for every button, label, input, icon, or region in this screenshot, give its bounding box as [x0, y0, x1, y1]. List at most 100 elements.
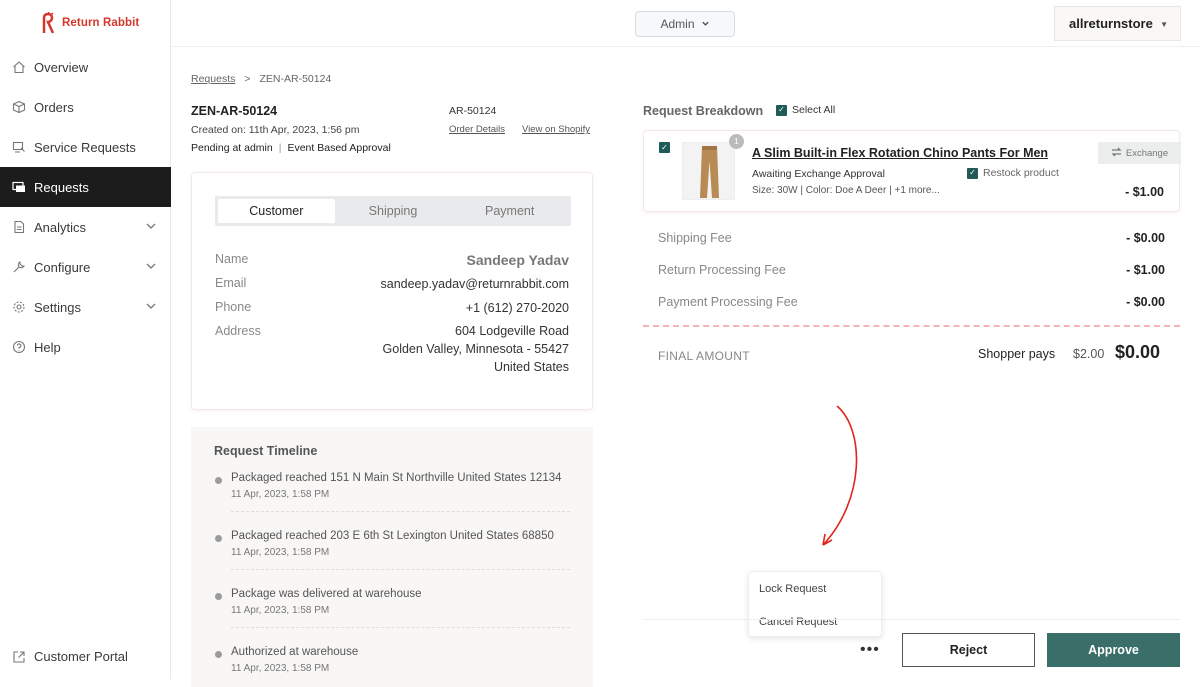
sidebar-item-label: Analytics	[34, 219, 87, 235]
service-icon	[12, 140, 26, 154]
request-status-line: Pending at admin | Event Based Approval	[191, 142, 391, 154]
request-created-date: Created on: 11th Apr, 2023, 1:56 pm	[191, 124, 360, 136]
address-line-3: United States	[493, 360, 569, 374]
view-on-shopify-link[interactable]: View on Shopify	[522, 124, 590, 135]
final-amount-value: $0.00	[1115, 342, 1161, 362]
customer-address: 604 Lodgeville Road Golden Valley, Minne…	[383, 322, 569, 376]
customer-portal-link[interactable]: Customer Portal	[12, 649, 128, 664]
timeline-title: Request Timeline	[214, 444, 318, 458]
tab-payment[interactable]: Payment	[451, 199, 568, 223]
sidebar-item-label: Configure	[34, 259, 91, 275]
exchange-arrows-icon	[1111, 147, 1122, 160]
checkmark-icon: ✓	[967, 167, 978, 179]
info-tabs: Customer Shipping Payment	[215, 196, 571, 226]
home-icon	[12, 60, 26, 74]
rabbit-logo-icon	[42, 11, 58, 34]
quantity-badge: 1	[729, 134, 744, 149]
timeline-event-text: Packaged reached 203 E 6th St Lexington …	[231, 530, 554, 542]
product-title-link[interactable]: A Slim Built-in Flex Rotation Chino Pant…	[752, 146, 1048, 160]
approve-button[interactable]: Approve	[1047, 633, 1180, 667]
line-item-card: ✓ 1 A Slim Built-in Flex Rotation Chino …	[643, 130, 1181, 212]
external-link-icon	[12, 650, 26, 664]
sidebar-item-requests[interactable]: Requests	[0, 167, 171, 207]
timeline-dot	[215, 593, 222, 600]
checkmark-icon: ✓	[776, 104, 787, 116]
tab-shipping[interactable]: Shipping	[335, 199, 452, 223]
help-icon	[12, 340, 26, 354]
sidebar-item-label: Requests	[34, 179, 89, 195]
sidebar-item-label: Orders	[34, 99, 74, 115]
sidebar: Return Rabbit Overview Orders Service Re…	[0, 0, 171, 679]
phone-label: Phone	[215, 300, 252, 314]
address-line-2: Golden Valley, Minnesota - 55427	[382, 342, 569, 356]
request-breakdown-title: Request Breakdown	[643, 104, 764, 118]
cancel-request-menu-item[interactable]: Cancel Request	[759, 616, 837, 628]
timeline-event-text: Authorized at warehouse	[231, 646, 359, 658]
timeline-event-time: 11 Apr, 2023, 1:58 PM	[231, 663, 330, 674]
fee-amount: - $0.00	[1126, 231, 1165, 245]
sidebar-item-overview[interactable]: Overview	[0, 47, 171, 87]
timeline-dot	[215, 477, 222, 484]
final-amount-label: FINAL AMOUNT	[658, 349, 750, 363]
shopper-pays-label: Shopper pays	[978, 347, 1056, 361]
top-header: Admin allreturnstore ▼	[171, 0, 1200, 47]
role-select[interactable]: Admin	[635, 11, 735, 37]
timeline-event-text: Packaged reached 151 N Main St Northvill…	[231, 472, 562, 484]
breadcrumb-requests-link[interactable]: Requests	[191, 73, 235, 85]
timeline-divider	[231, 627, 570, 628]
sidebar-item-settings[interactable]: Settings	[0, 287, 171, 327]
box-icon	[12, 100, 26, 114]
fee-label: Return Processing Fee	[658, 263, 786, 277]
sidebar-item-label: Help	[34, 339, 61, 355]
restock-checkbox[interactable]: ✓ Restock product	[967, 167, 1059, 179]
customer-name: Sandeep Yadav	[466, 252, 569, 268]
exchange-badge: Exchange	[1098, 142, 1181, 164]
sidebar-item-orders[interactable]: Orders	[0, 87, 171, 127]
timeline-event-text: Package was delivered at warehouse	[231, 588, 422, 600]
store-select-value: allreturnstore	[1069, 16, 1153, 31]
customer-info-card: Customer Shipping Payment Name Sandeep Y…	[191, 172, 593, 410]
customer-phone: +1 (612) 270-2020	[465, 301, 569, 315]
order-details-link[interactable]: Order Details	[449, 124, 505, 135]
select-all-checkbox[interactable]: ✓ Select All	[776, 104, 835, 116]
request-id-title: ZEN-AR-50124	[191, 104, 278, 118]
item-price: - $1.00	[1125, 185, 1164, 199]
shipping-fee-row: Shipping Fee - $0.00	[658, 231, 1165, 245]
timeline-divider	[231, 511, 570, 512]
tab-customer[interactable]: Customer	[218, 199, 335, 223]
item-checkbox[interactable]: ✓	[659, 142, 670, 153]
reject-button[interactable]: Reject	[902, 633, 1035, 667]
breadcrumb-current: ZEN-AR-50124	[259, 73, 332, 85]
sidebar-item-help[interactable]: Help	[0, 327, 171, 367]
chevron-down-icon	[145, 260, 157, 275]
store-select[interactable]: allreturnstore ▼	[1054, 6, 1181, 41]
brand-logo[interactable]: Return Rabbit	[42, 11, 139, 34]
timeline-event-time: 11 Apr, 2023, 1:58 PM	[231, 605, 330, 616]
exchange-label: Exchange	[1125, 147, 1169, 159]
breadcrumb-separator: >	[244, 73, 251, 85]
sidebar-item-label: Overview	[34, 59, 89, 75]
sidebar-item-label: Settings	[34, 299, 81, 315]
return-processing-fee-row: Return Processing Fee - $1.00	[658, 263, 1165, 277]
caret-down-icon: ▼	[1160, 20, 1168, 29]
product-thumbnail	[682, 142, 735, 200]
request-timeline: Request Timeline Packaged reached 151 N …	[191, 427, 593, 687]
gear-icon	[12, 300, 26, 314]
more-actions-button[interactable]: •••	[860, 641, 880, 659]
sidebar-item-analytics[interactable]: Analytics	[0, 207, 171, 247]
request-status: Pending at admin	[191, 142, 273, 154]
address-line-1: 604 Lodgeville Road	[455, 324, 569, 338]
fee-label: Shipping Fee	[658, 231, 732, 245]
dashed-divider	[643, 325, 1180, 327]
lock-request-menu-item[interactable]: Lock Request	[759, 583, 826, 595]
payment-processing-fee-row: Payment Processing Fee - $0.00	[658, 295, 1165, 309]
annotation-arrow-icon	[822, 405, 858, 546]
timeline-dot	[215, 535, 222, 542]
sidebar-item-service-requests[interactable]: Service Requests	[0, 127, 171, 167]
sidebar-item-configure[interactable]: Configure	[0, 247, 171, 287]
analytics-icon	[12, 220, 26, 234]
chevron-down-icon	[145, 220, 157, 235]
fee-label: Payment Processing Fee	[658, 295, 798, 309]
restock-label: Restock product	[983, 167, 1059, 179]
email-label: Email	[215, 276, 247, 290]
